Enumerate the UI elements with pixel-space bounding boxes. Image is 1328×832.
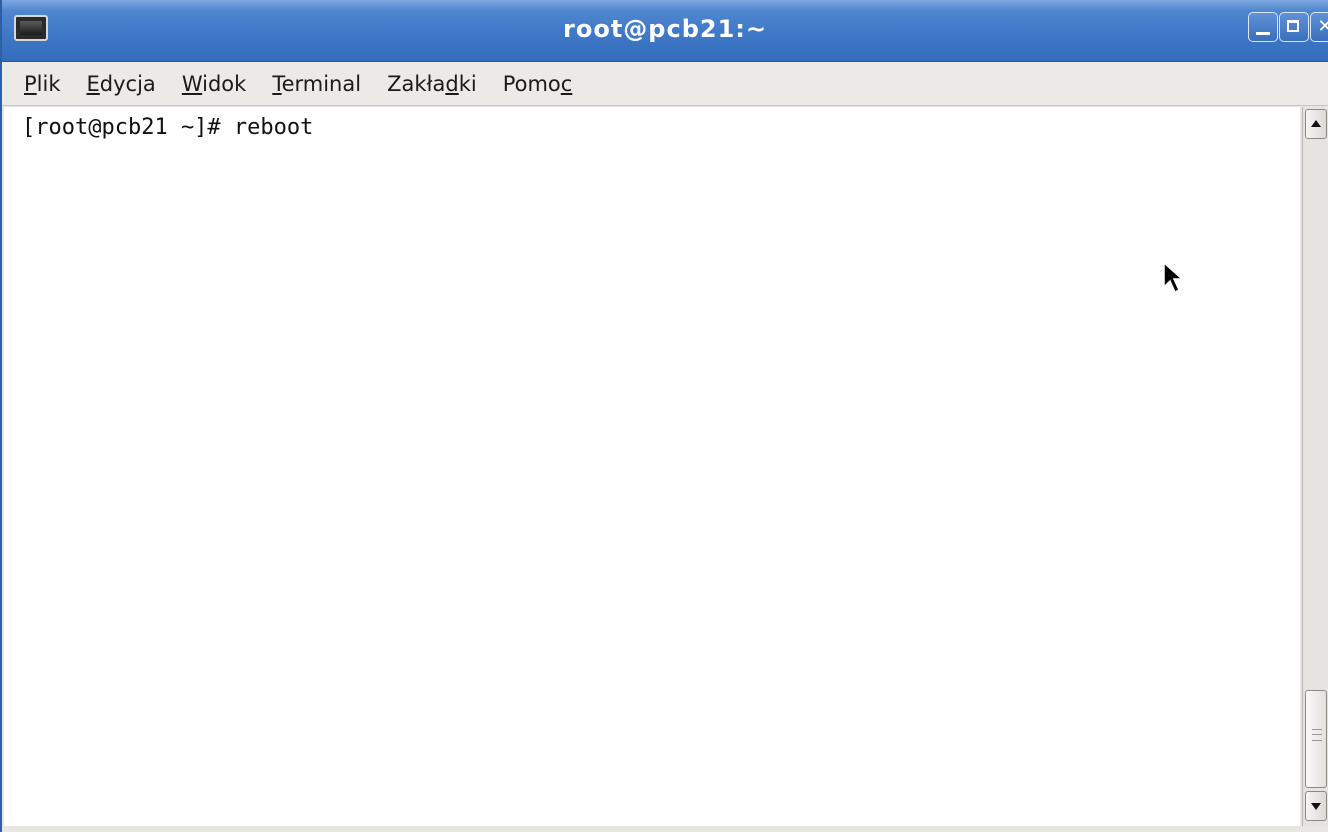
- terminal-window: root@pcb21:~ ✕ Plik Edycja Widok Termina…: [0, 0, 1328, 832]
- title-bar[interactable]: root@pcb21:~ ✕: [2, 0, 1328, 62]
- scrollbar-thumb[interactable]: [1305, 690, 1327, 788]
- maximize-icon: [1287, 20, 1299, 32]
- scroll-down-button[interactable]: [1305, 791, 1327, 821]
- minimize-icon: [1256, 32, 1270, 35]
- minimize-button[interactable]: [1248, 12, 1278, 42]
- mouse-pointer-icon: [1163, 261, 1184, 294]
- close-icon: ✕: [1317, 16, 1328, 37]
- menu-terminal[interactable]: Terminal: [260, 68, 373, 100]
- menu-zakladki[interactable]: Zakładki: [375, 68, 489, 100]
- terminal-line: [root@pcb21 ~]# reboot: [22, 115, 314, 140]
- menu-edycja[interactable]: Edycja: [75, 68, 168, 100]
- menu-bar: Plik Edycja Widok Terminal Zakładki Pomo…: [2, 62, 1328, 106]
- terminal-output[interactable]: [root@pcb21 ~]# reboot: [4, 107, 1300, 826]
- menu-pomoc[interactable]: Pomoc: [491, 68, 585, 100]
- close-button[interactable]: ✕: [1310, 12, 1328, 42]
- window-title: root@pcb21:~: [563, 15, 767, 43]
- scroll-up-button[interactable]: [1305, 109, 1327, 139]
- menu-widok[interactable]: Widok: [170, 68, 259, 100]
- grip-icon: [1312, 729, 1322, 741]
- maximize-button[interactable]: [1279, 12, 1309, 42]
- arrow-down-icon: [1311, 803, 1321, 810]
- vertical-scrollbar[interactable]: [1302, 107, 1328, 826]
- arrow-up-icon: [1311, 120, 1321, 127]
- menu-plik[interactable]: Plik: [12, 68, 73, 100]
- window-bottom-border: [2, 826, 1328, 832]
